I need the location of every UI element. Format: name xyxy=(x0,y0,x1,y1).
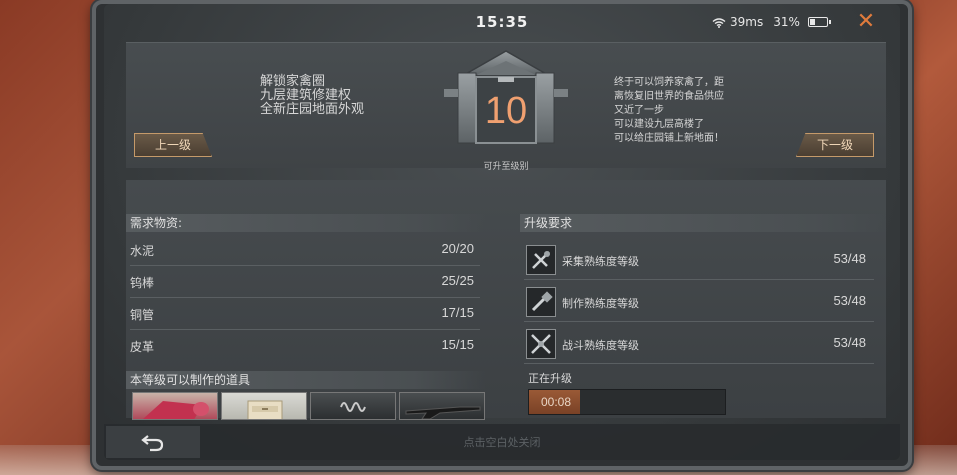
description-line: 可以建设九层高楼了 xyxy=(614,119,704,130)
material-row: 水泥 20/20 xyxy=(130,234,480,266)
cabinet-icon xyxy=(247,400,283,419)
upgrade-progress-bar: 00:08 xyxy=(528,389,726,415)
material-row: 铜管 17/15 xyxy=(130,298,480,330)
level-badge: 10 可升至级别 xyxy=(440,49,572,172)
craftable-item[interactable] xyxy=(310,392,396,420)
material-name: 皮革 xyxy=(130,340,155,354)
requirements-panel: 需求物资: 水泥 20/20 钨棒 25/25 铜管 17/15 皮革 15/1… xyxy=(126,180,886,420)
requirement-row: 战斗熟练度等级 53/48 xyxy=(524,324,874,364)
close-hint: 点击空白处关闭 xyxy=(463,436,541,449)
level-description: 终于可以饲养家禽了，距 离恢复旧世界的食品供应 又近了一步 可以建设九层高楼了 … xyxy=(614,76,764,146)
description-line: 可以给庄园铺上新地面！ xyxy=(614,133,724,144)
unlock-item: 全新庄园地面外观 xyxy=(260,102,365,117)
craftable-header: 本等级可以制作的道具 xyxy=(126,371,486,389)
material-name: 钨棒 xyxy=(130,276,155,290)
requirement-row: 制作熟练度等级 53/48 xyxy=(524,282,874,322)
description-line: 又近了一步 xyxy=(614,105,664,116)
target-level-label: 可升至级别 xyxy=(483,162,529,172)
requirement-count: 53/48 xyxy=(833,293,866,308)
material-count: 25/25 xyxy=(441,273,474,288)
craft-icon xyxy=(526,287,556,317)
target-level: 10 xyxy=(484,90,528,132)
rifle-icon xyxy=(405,406,481,419)
upgrade-timer: 00:08 xyxy=(541,395,572,409)
unlock-item: 九层建筑修建权 xyxy=(260,88,352,103)
requirements-header: 升级要求 xyxy=(520,214,886,232)
material-count: 15/15 xyxy=(441,337,474,352)
description-line: 终于可以饲养家禽了，距 xyxy=(614,77,724,88)
material-row: 钨棒 25/25 xyxy=(130,266,480,298)
battery-percent: 31% xyxy=(773,15,800,29)
ping-value: 39ms xyxy=(730,15,764,29)
upgrading-label: 正在升级 xyxy=(528,372,572,385)
next-level-button[interactable]: 下一级 xyxy=(796,133,874,157)
requirement-name: 采集熟练度等级 xyxy=(562,255,639,268)
bottom-bar: 点击空白处关闭 xyxy=(104,424,900,460)
material-count: 17/15 xyxy=(441,305,474,320)
craftable-item[interactable] xyxy=(221,392,307,420)
material-name: 水泥 xyxy=(130,244,155,258)
unlock-item: 解锁家禽圈 xyxy=(260,74,326,89)
description-line: 离恢复旧世界的食品供应 xyxy=(614,91,724,102)
prev-level-button[interactable]: 上一级 xyxy=(134,133,212,157)
combat-icon xyxy=(526,329,556,359)
material-count: 20/20 xyxy=(441,241,474,256)
close-icon[interactable]: ✕ xyxy=(854,10,878,34)
wifi-icon xyxy=(712,17,726,28)
requirement-name: 制作熟练度等级 xyxy=(562,297,639,310)
materials-header: 需求物资: xyxy=(126,214,486,232)
battery-fill xyxy=(809,19,815,25)
fabric-roll-icon xyxy=(143,401,209,419)
gather-icon xyxy=(526,245,556,275)
status-bar: 15:35 39ms 31% ✕ xyxy=(104,4,900,40)
requirement-row: 采集熟练度等级 53/48 xyxy=(524,240,874,280)
craftable-item[interactable] xyxy=(399,392,485,420)
level-panel: 上一级 解锁家禽圈 九层建筑修建权 全新庄园地面外观 10 可升至级别 终于可以… xyxy=(126,42,886,172)
device-frame: 15:35 39ms 31% ✕ 上一级 解锁家禽圈 九层建筑修建权 全新庄园地… xyxy=(92,0,912,470)
unlock-list: 解锁家禽圈 九层建筑修建权 全新庄园地面外观 xyxy=(260,75,364,117)
material-name: 铜管 xyxy=(130,308,155,322)
requirement-count: 53/48 xyxy=(833,251,866,266)
status-indicators: 39ms 31% xyxy=(712,15,831,29)
material-row: 皮革 15/15 xyxy=(130,330,480,362)
spring-icon xyxy=(340,402,366,412)
requirement-name: 战斗熟练度等级 xyxy=(562,339,639,352)
upgrade-screen[interactable]: 15:35 39ms 31% ✕ 上一级 解锁家禽圈 九层建筑修建权 全新庄园地… xyxy=(104,4,900,460)
requirement-count: 53/48 xyxy=(833,335,866,350)
battery-icon xyxy=(807,17,831,27)
craftable-item[interactable] xyxy=(132,392,218,420)
